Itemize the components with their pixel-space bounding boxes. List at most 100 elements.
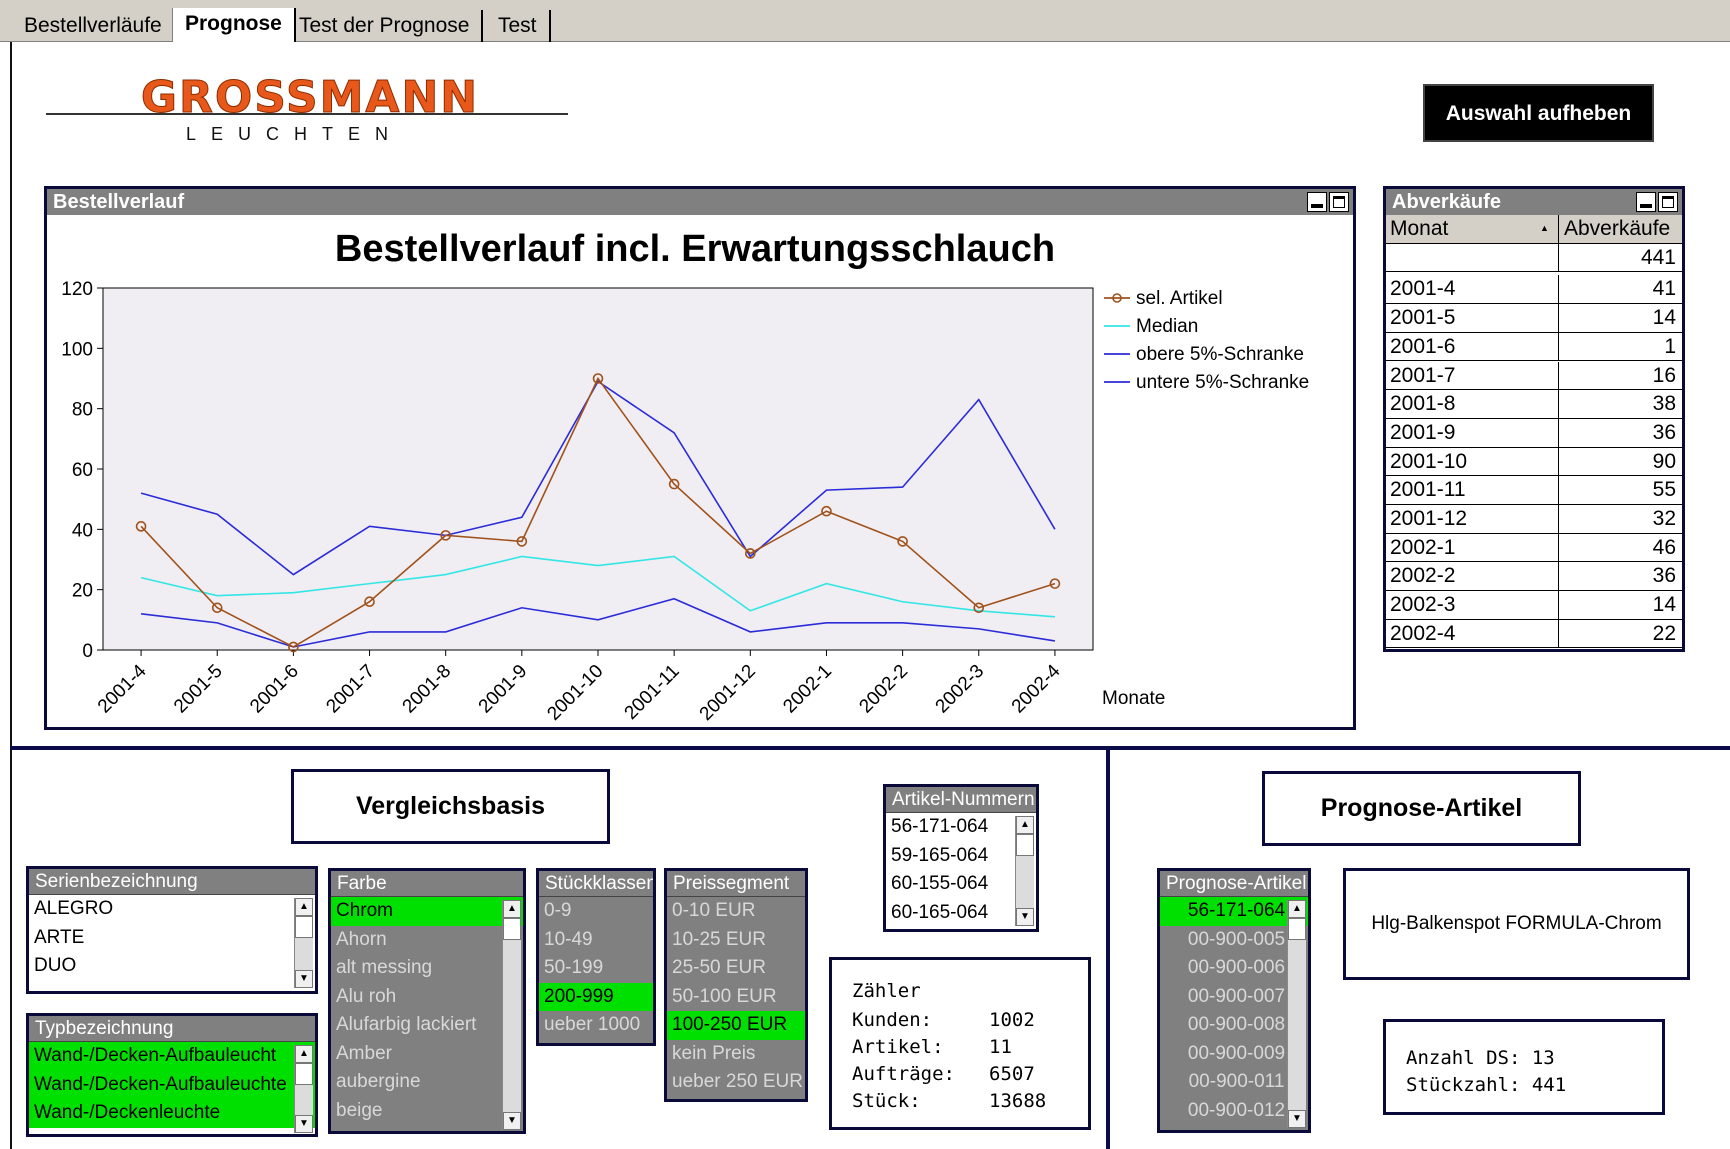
list-item[interactable]: beige — [331, 1097, 523, 1126]
scroll-down-icon[interactable]: ▼ — [503, 1112, 521, 1130]
zaehler-key: Kunden: — [852, 1009, 933, 1031]
preissegment-label: Preissegment — [667, 871, 805, 897]
tab-test-der-prognose[interactable]: Test der Prognose — [287, 10, 484, 42]
scroll-thumb[interactable] — [1016, 834, 1034, 856]
scroll-up-icon[interactable]: ▲ — [1016, 816, 1034, 834]
list-item[interactable]: 56-171-064 — [886, 813, 1036, 842]
sort-icon[interactable]: ▲ — [1540, 215, 1549, 242]
farbe-listbox[interactable]: Farbe Chrom Ahorn alt messing Alu roh Alufar… — [328, 868, 526, 1134]
artikelnummern-listbox[interactable]: Artikel-Nummern 56-171-064 59-165-064 60-1… — [883, 784, 1039, 932]
list-item[interactable]: 00-900-005 — [1160, 926, 1308, 955]
list-item[interactable]: 60-155-064 — [886, 870, 1036, 899]
zaehler-row: Artikel: 11 — [852, 1034, 1088, 1061]
scroll-up-icon[interactable]: ▲ — [503, 900, 521, 918]
scroll-thumb[interactable] — [295, 916, 313, 938]
list-item[interactable]: Alu roh — [331, 983, 523, 1012]
list-item[interactable]: 200-999 — [539, 982, 653, 1011]
list-item[interactable]: 00-900-011 — [1160, 1068, 1308, 1097]
scroll-up-icon[interactable]: ▲ — [295, 1045, 313, 1063]
cell-value: 90 — [1652, 449, 1676, 473]
logo-subtitle: LEUCHTEN — [186, 124, 404, 144]
scroll-down-icon[interactable]: ▼ — [295, 970, 313, 988]
column-divider — [1558, 275, 1559, 304]
list-item[interactable]: 00-900-008 — [1160, 1011, 1308, 1040]
list-item[interactable]: 50-100 EUR — [667, 983, 805, 1012]
scroll-down-icon[interactable]: ▼ — [1016, 908, 1034, 926]
typ-scrollbar[interactable]: ▲ ▼ — [294, 1045, 313, 1133]
list-item[interactable]: Wand-/Decken-Aufbauleucht — [29, 1042, 315, 1071]
column-divider — [1558, 591, 1559, 619]
list-item[interactable]: alt messing — [331, 954, 523, 983]
artikelnummern-scrollbar[interactable]: ▲ ▼ — [1015, 816, 1034, 926]
x-tick-label: 2001-12 — [696, 661, 760, 725]
list-item[interactable]: 0-9 — [539, 897, 653, 926]
list-item[interactable]: 50-199 — [539, 954, 653, 983]
article-description-box: Hlg-Balkenspot FORMULA-Chrom — [1343, 868, 1690, 980]
maximize-icon[interactable] — [1658, 192, 1678, 212]
list-item[interactable]: ueber 1000 — [539, 1011, 653, 1040]
column-divider — [1558, 447, 1559, 476]
x-tick-label: 2002-1 — [779, 661, 836, 718]
scroll-up-icon[interactable]: ▲ — [295, 898, 313, 916]
list-item[interactable]: ueber 250 EUR — [667, 1068, 805, 1097]
serien-scrollbar[interactable]: ▲ ▼ — [294, 898, 313, 988]
list-item[interactable]: Wand-/Decken-Aufbauleuchte — [29, 1070, 315, 1099]
sales-table-header[interactable]: Monat Abverkäufe ▲ — [1386, 215, 1682, 244]
list-item[interactable]: 56-171-064 — [1160, 897, 1308, 926]
serien-listbox[interactable]: Serienbezeichnung ALEGRO ARTE DUO ▲ ▼ — [26, 866, 318, 994]
farbe-scrollbar[interactable]: ▲ ▼ — [502, 900, 521, 1130]
prognose-scrollbar[interactable]: ▲ ▼ — [1287, 900, 1306, 1128]
typ-listbox[interactable]: Typbezeichnung Wand-/Decken-Aufbauleucht… — [26, 1013, 318, 1137]
list-item[interactable]: 59-165-064 — [886, 842, 1036, 871]
list-item[interactable]: DUO — [29, 952, 315, 981]
list-item[interactable]: 10-25 EUR — [667, 926, 805, 955]
list-item[interactable]: 00-900-006 — [1160, 954, 1308, 983]
scroll-down-icon[interactable]: ▼ — [295, 1115, 313, 1133]
list-item[interactable]: 0-10 EUR — [667, 897, 805, 926]
list-item[interactable]: Chrom — [331, 897, 523, 926]
cell-value: 32 — [1652, 507, 1676, 530]
list-item[interactable]: 60-165-064 — [886, 899, 1036, 928]
y-tick-label: 120 — [61, 279, 93, 300]
scroll-down-icon[interactable]: ▼ — [1288, 1110, 1306, 1128]
list-item[interactable]: 100-250 EUR — [667, 1011, 805, 1040]
list-item[interactable]: aubergine — [331, 1068, 523, 1097]
cell-month: 2001-5 — [1390, 306, 1456, 330]
column-divider — [1558, 505, 1559, 533]
list-item[interactable]: 25-50 EUR — [667, 954, 805, 983]
list-item[interactable]: Ahorn — [331, 926, 523, 955]
anzahl-box: Anzahl DS: 13 Stückzahl: 441 — [1383, 1019, 1665, 1115]
sales-panel-title[interactable]: Abverkäufe — [1386, 189, 1682, 215]
table-row: 2001-10 90 — [1386, 447, 1682, 477]
tab-test[interactable]: Test — [486, 10, 551, 42]
stueckklassen-listbox[interactable]: Stückklassen 0-9 10-49 50-199 200-999 ueber … — [536, 868, 656, 1046]
tab-bestellverlaeufe[interactable]: Bestellverläufe — [12, 10, 176, 42]
list-item[interactable]: Amber — [331, 1040, 523, 1069]
list-item[interactable]: kein Preis — [667, 1040, 805, 1069]
chart-panel-title[interactable]: Bestellverlauf — [47, 189, 1353, 215]
prognose-artikel-listbox[interactable]: Prognose-Artikel 56-171-064 00-900-005 00-… — [1157, 868, 1311, 1133]
list-item[interactable]: Alufarbig lackiert — [331, 1011, 523, 1040]
table-row: 2001-6 1 — [1386, 332, 1682, 362]
maximize-icon[interactable] — [1329, 192, 1349, 212]
scroll-thumb[interactable] — [503, 918, 521, 940]
list-item[interactable]: 00-900-007 — [1160, 983, 1308, 1012]
list-item[interactable]: 10-49 — [539, 926, 653, 955]
list-item[interactable]: 00-900-012 — [1160, 1097, 1308, 1126]
list-item[interactable]: Wand-/Deckenleuchte — [29, 1099, 315, 1128]
x-axis-label: Monate — [1102, 688, 1165, 709]
minimize-icon[interactable] — [1307, 192, 1327, 212]
minimize-icon[interactable] — [1636, 192, 1656, 212]
chart: 0 20 40 60 80 100 120 2001-4 2001-5 2001-6 2001-7 2… — [61, 279, 1309, 725]
tab-prognose[interactable]: Prognose — [172, 8, 296, 42]
y-tick-label: 40 — [72, 520, 93, 541]
table-row: 2002-1 46 — [1386, 533, 1682, 563]
clear-selection-button[interactable]: Auswahl aufheben — [1423, 84, 1654, 142]
scroll-thumb[interactable] — [1288, 918, 1306, 940]
preissegment-listbox[interactable]: Preissegment 0-10 EUR 10-25 EUR 25-50 EUR 5… — [664, 868, 808, 1102]
list-item[interactable]: ALEGRO — [29, 895, 315, 924]
list-item[interactable]: ARTE — [29, 924, 315, 953]
scroll-up-icon[interactable]: ▲ — [1288, 900, 1306, 918]
scroll-thumb[interactable] — [295, 1063, 313, 1085]
list-item[interactable]: 00-900-009 — [1160, 1040, 1308, 1069]
